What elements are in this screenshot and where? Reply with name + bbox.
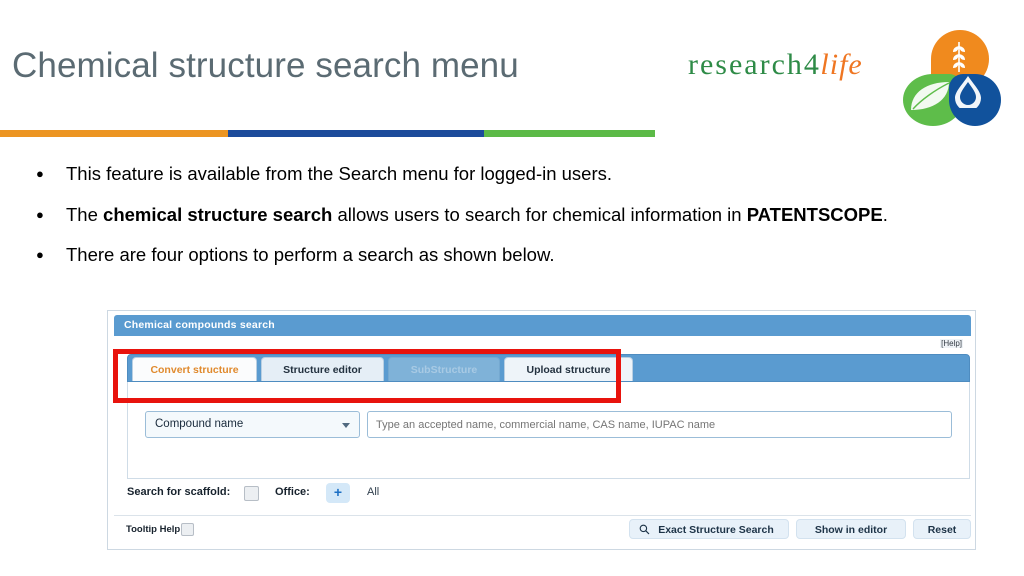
bullet-list: This feature is available from the Searc… <box>28 162 928 284</box>
exact-structure-search-button[interactable]: Exact Structure Search <box>629 519 789 539</box>
research4life-logo: research4life <box>688 30 1001 130</box>
leaf-glyph <box>911 82 950 110</box>
tooltip-help-checkbox[interactable] <box>181 523 194 536</box>
bullet-text: allows users to search for chemical info… <box>332 203 747 225</box>
scaffold-checkbox[interactable] <box>244 486 259 501</box>
tabs-highlight-annotation <box>113 349 621 403</box>
bullet-text: . <box>882 203 888 225</box>
scaffold-label: Search for scaffold: <box>127 486 231 498</box>
reset-button[interactable]: Reset <box>913 519 971 539</box>
chemical-compounds-search-screenshot: Chemical compounds search [Help] Convert… <box>107 310 976 550</box>
office-add-button[interactable]: + <box>326 483 350 503</box>
water-drop-petal-icon <box>949 74 1001 126</box>
rule-segment-blue <box>228 130 484 137</box>
search-field-row: Compound name <box>145 411 952 438</box>
bullet-text: There are four options to perform a sear… <box>66 244 555 266</box>
rule-segment-orange <box>0 130 228 137</box>
help-link[interactable]: [Help] <box>940 339 963 348</box>
compound-name-input[interactable] <box>367 411 952 438</box>
logo-life-text: life <box>820 48 863 81</box>
panel-title: Chemical compounds search <box>114 315 971 336</box>
logo-wordmark: research4life <box>688 48 863 82</box>
bullet-item: There are four options to perform a sear… <box>28 243 928 268</box>
search-type-select[interactable]: Compound name <box>145 411 360 438</box>
chevron-down-icon <box>342 423 350 428</box>
bullet-text: The <box>66 203 104 225</box>
logo-four-text: 4 <box>803 48 821 81</box>
panel-footer: Tooltip Help Exact Structure Search Show… <box>114 515 971 547</box>
rule-segment-green <box>484 130 655 137</box>
show-in-editor-button[interactable]: Show in editor <box>796 519 906 539</box>
search-icon <box>639 524 650 535</box>
office-label: Office: <box>275 486 310 498</box>
exact-structure-search-label: Exact Structure Search <box>658 524 774 536</box>
bullet-item: The chemical structure search allows use… <box>28 203 928 228</box>
wheat-glyph <box>953 42 965 72</box>
water-drop-glyph <box>955 76 981 108</box>
scaffold-options-row: Search for scaffold: Office: + All <box>127 483 970 507</box>
bullet-item: This feature is available from the Searc… <box>28 162 928 187</box>
logo-research-text: research <box>688 48 804 81</box>
page-title: Chemical structure search menu <box>12 46 519 85</box>
bullet-emphasis: chemical structure search <box>103 203 333 225</box>
bullet-text: This feature is available from the Searc… <box>66 163 613 184</box>
office-value: All <box>367 486 380 498</box>
search-type-select-value: Compound name <box>155 418 244 430</box>
bullet-emphasis: PATENTSCOPE <box>746 203 883 225</box>
tooltip-help-label: Tooltip Help <box>126 524 181 535</box>
